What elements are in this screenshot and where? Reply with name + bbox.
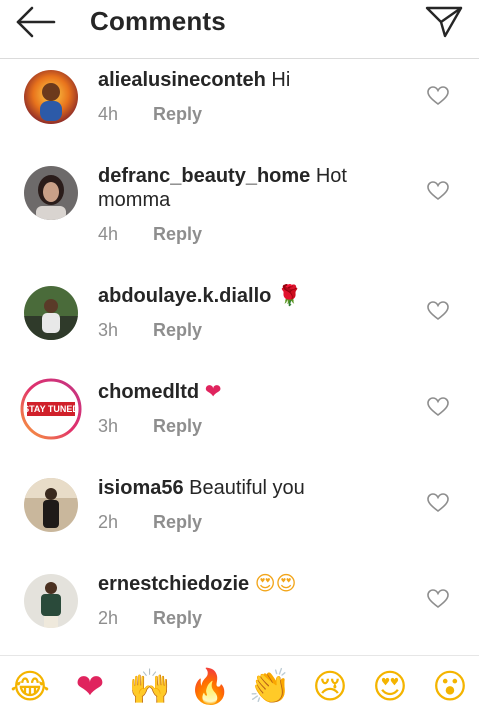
comment-text: chomedltd ❤	[98, 380, 398, 404]
comment-text: defranc_beauty_home Hot momma	[98, 164, 398, 212]
comment-row: abdoulaye.k.diallo 🌹 3h Reply	[0, 274, 479, 370]
reply-button[interactable]: Reply	[153, 224, 202, 244]
laughing-tears-emoji-icon[interactable]: 😂	[8, 665, 52, 709]
avatar[interactable]	[24, 478, 78, 532]
like-heart-icon[interactable]	[427, 86, 449, 106]
reply-button[interactable]: Reply	[153, 320, 202, 340]
avatar[interactable]	[24, 70, 78, 124]
heart-emoji-icon[interactable]: ❤	[68, 665, 112, 709]
comment-text: ernestchiedozie 😍😍	[98, 572, 398, 596]
comment-username[interactable]: chomedltd	[98, 381, 199, 403]
reply-button[interactable]: Reply	[153, 416, 202, 436]
comment-body: Beautiful you	[189, 477, 305, 499]
like-heart-icon[interactable]	[427, 493, 449, 513]
comment-body: Hi	[271, 69, 291, 91]
like-heart-icon[interactable]	[427, 181, 449, 201]
clapping-hands-emoji-icon[interactable]: 👏	[248, 665, 292, 709]
comment-meta: 2h Reply	[98, 512, 202, 533]
comment-meta: 3h Reply	[98, 416, 202, 437]
reply-button[interactable]: Reply	[153, 608, 202, 628]
comment-text: isioma56 Beautiful you	[98, 476, 398, 500]
page-title: Comments	[90, 6, 226, 36]
comment-body: 🌹	[276, 285, 302, 307]
like-heart-icon[interactable]	[427, 301, 449, 321]
comment-body: ❤	[204, 381, 222, 403]
comment-row: ernestchiedozie 😍😍 2h Reply	[0, 562, 479, 658]
send-direct-icon[interactable]	[424, 2, 464, 40]
comment-username[interactable]: abdoulaye.k.diallo	[98, 285, 271, 307]
comment-text: abdoulaye.k.diallo 🌹	[98, 284, 398, 308]
avatar-stay-tuned-text: STAY TUNED	[23, 404, 79, 414]
comment-time: 2h	[98, 608, 119, 628]
comment-time: 3h	[98, 320, 119, 340]
avatar[interactable]	[24, 286, 78, 340]
reply-button[interactable]: Reply	[153, 512, 202, 532]
comment-username[interactable]: ernestchiedozie	[98, 573, 249, 595]
comment-row: STAY TUNED chomedltd ❤ 3h Reply	[0, 370, 479, 466]
comment-time: 4h	[98, 104, 119, 124]
crying-face-emoji-icon[interactable]: 😢	[308, 665, 352, 709]
comment-username[interactable]: aliealusineconteh	[98, 69, 266, 91]
comment-row: isioma56 Beautiful you 2h Reply	[0, 466, 479, 562]
comment-time: 2h	[98, 512, 119, 532]
comment-time: 3h	[98, 416, 119, 436]
comment-meta: 4h Reply	[98, 104, 202, 125]
comment-row: defranc_beauty_home Hot momma 4h Reply	[0, 154, 479, 274]
comments-header: Comments	[0, 0, 479, 59]
comment-row: aliealusineconteh Hi 4h Reply	[0, 58, 479, 154]
comment-username[interactable]: defranc_beauty_home	[98, 165, 310, 187]
comment-meta: 3h Reply	[98, 320, 202, 341]
comment-username[interactable]: isioma56	[98, 477, 184, 499]
like-heart-icon[interactable]	[427, 397, 449, 417]
raised-hands-emoji-icon[interactable]: 🙌	[128, 665, 172, 709]
comment-time: 4h	[98, 224, 119, 244]
comment-meta: 2h Reply	[98, 608, 202, 629]
back-arrow-icon[interactable]	[14, 4, 58, 40]
comment-text: aliealusineconteh Hi	[98, 68, 398, 92]
surprised-face-emoji-icon[interactable]: 😮	[428, 665, 472, 709]
fire-emoji-icon[interactable]: 🔥	[188, 665, 232, 709]
emoji-quick-bar: 😂 ❤ 🙌 🔥 👏 😢 😍 😮	[0, 655, 479, 713]
avatar[interactable]: STAY TUNED	[20, 378, 82, 440]
avatar[interactable]	[24, 166, 78, 220]
heart-eyes-emoji-icon[interactable]: 😍	[368, 665, 412, 709]
comment-meta: 4h Reply	[98, 224, 202, 245]
comment-body: 😍😍	[254, 573, 297, 595]
reply-button[interactable]: Reply	[153, 104, 202, 124]
avatar[interactable]	[24, 574, 78, 628]
like-heart-icon[interactable]	[427, 589, 449, 609]
